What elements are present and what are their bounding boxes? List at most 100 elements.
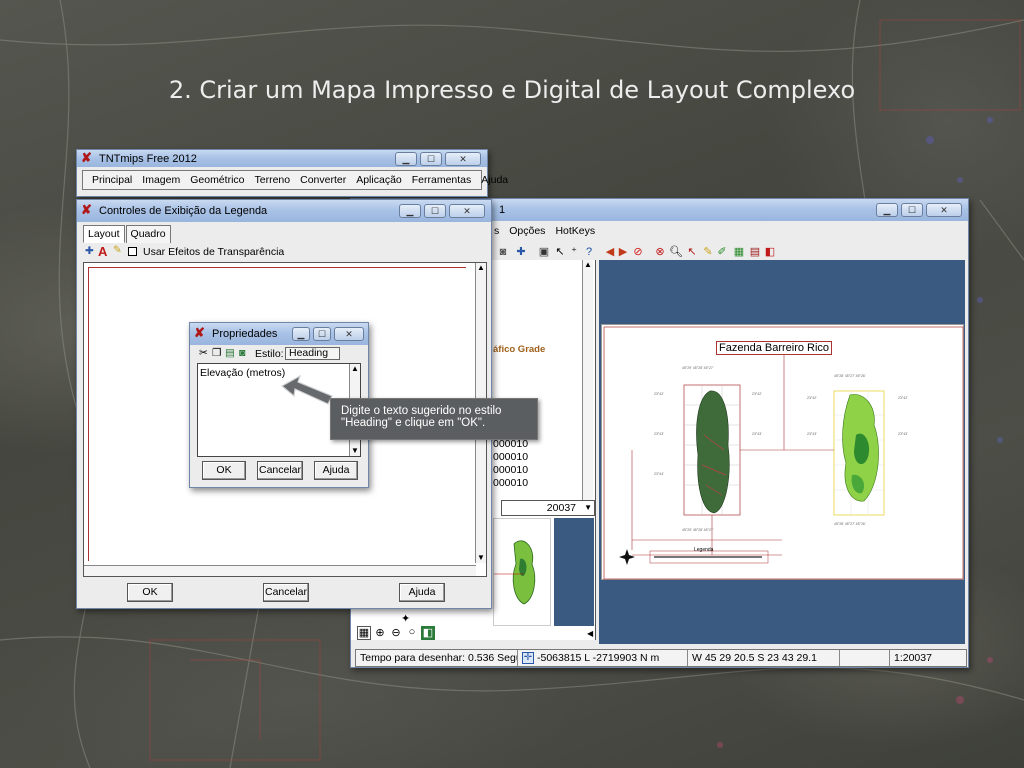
legend-canvas-hscroll[interactable] <box>84 565 476 576</box>
cancel-button[interactable]: Cancelar <box>263 583 309 602</box>
layer-list-scrollbar[interactable]: ▲ <box>582 260 593 500</box>
tntmips-window[interactable]: TNTmips Free 2012 ▁ ☐ ✕ Principal Imagem… <box>76 149 508 197</box>
cut-icon[interactable]: ✂ <box>199 347 208 359</box>
help-icon[interactable]: ? <box>582 245 596 259</box>
tntmips-titlebar[interactable]: TNTmips Free 2012 ▁ ☐ ✕ <box>77 150 487 167</box>
coords-ws: W 45 29 20.5 S 23 43 29.1 <box>688 650 840 666</box>
grid-icon[interactable]: ▦ <box>357 626 371 640</box>
layer-label: áfico Grade <box>493 344 546 355</box>
refresh-icon[interactable]: ◧ <box>421 626 435 640</box>
find-icon[interactable]: ◙ <box>239 347 245 359</box>
callout-arrow-icon <box>280 374 333 405</box>
select-icon[interactable]: ↖ <box>685 245 699 259</box>
menu-item-hotkeys[interactable]: HotKeys <box>550 225 600 237</box>
maximize-button[interactable]: ☐ <box>313 327 331 341</box>
properties-toolbar: ✂ ❐ ▤ ◙ Estilo: Heading <box>197 347 361 362</box>
properties-title: Propriedades <box>212 328 278 340</box>
tool-icon[interactable]: ◙ <box>496 245 510 259</box>
legend-tabs: Layout Quadro <box>83 225 172 243</box>
scroll-left-icon[interactable]: ◀ <box>587 629 593 638</box>
tntmips-icon <box>194 325 208 341</box>
instruction-callout: Digite o texto sugerido no estilo "Headi… <box>330 398 538 440</box>
ok-button[interactable]: OK <box>202 461 246 480</box>
menu-item-geometrico[interactable]: Geométrico <box>185 174 249 186</box>
add-layer-icon[interactable]: ✚ <box>514 245 528 259</box>
export-icon[interactable]: ◧ <box>763 245 777 259</box>
ok-button[interactable]: OK <box>127 583 173 602</box>
print-icon[interactable]: ▤ <box>748 245 762 259</box>
add-item-icon[interactable]: ✚ <box>85 245 94 257</box>
menu-item-principal[interactable]: Principal <box>87 174 137 186</box>
tab-layout[interactable]: Layout <box>83 225 125 243</box>
svg-text:45°29' 45°28' 45°27': 45°29' 45°28' 45°27' <box>682 528 714 532</box>
crosshair-icon[interactable]: ✛ <box>522 652 534 664</box>
maximize-button[interactable]: ☐ <box>901 203 923 217</box>
close-button[interactable]: ✕ <box>449 204 485 218</box>
view-tools: ▦ ⊕ ⊖ ○ ◧ <box>357 626 435 640</box>
menu-item-imagem[interactable]: Imagem <box>137 174 185 186</box>
close-button[interactable]: ✕ <box>445 151 481 166</box>
cancel-draw-icon[interactable]: ⊘ <box>631 245 645 259</box>
list-item: 000010 <box>493 451 529 463</box>
svg-text:23°43': 23°43' <box>898 432 908 436</box>
menu-item-ferramentas[interactable]: Ferramentas <box>407 174 477 186</box>
maximize-button[interactable]: ☐ <box>420 151 442 166</box>
svg-text:45°29' 45°28' 45°27': 45°29' 45°28' 45°27' <box>682 366 714 370</box>
zoom-out-icon[interactable]: ⊖ <box>389 626 403 640</box>
text-style-icon[interactable]: A <box>98 244 107 259</box>
maximize-button[interactable]: ☐ <box>424 204 446 218</box>
zoom-in-icon[interactable]: ⊕ <box>373 626 387 640</box>
cancel-button[interactable]: Cancelar <box>257 461 303 480</box>
properties-titlebar[interactable]: Propriedades ▁ ☐ ✕ <box>190 323 368 345</box>
close-button[interactable]: ✕ <box>334 327 364 341</box>
paste-icon[interactable]: ▤ <box>225 347 235 359</box>
layout-icon[interactable]: ▦ <box>732 245 746 259</box>
minimize-button[interactable]: ▁ <box>876 203 898 217</box>
pointer-icon[interactable]: ⁺ <box>567 245 581 259</box>
pencil-icon[interactable]: ✎ <box>701 245 715 259</box>
minimize-button[interactable]: ▁ <box>395 151 417 166</box>
svg-text:23°43': 23°43' <box>654 432 664 436</box>
tntmips-title: TNTmips Free 2012 <box>99 152 197 165</box>
tntmips-icon <box>81 202 95 218</box>
copy-icon[interactable]: ❐ <box>212 347 221 359</box>
zoom-icon[interactable]: 🔍︎ <box>669 245 683 259</box>
transparency-label: Usar Efeitos de Transparência <box>143 246 285 258</box>
layout-paper: 45°29' 45°28' 45°27' 45°28' 45°27' 45°26… <box>601 324 964 580</box>
legend-controls-titlebar[interactable]: Controles de Exibição da Legenda ▁ ☐ ✕ <box>77 200 491 222</box>
minimize-button[interactable]: ▁ <box>292 327 310 341</box>
svg-text:23°43': 23°43' <box>752 432 762 436</box>
legend-caption: Legenda <box>694 547 714 553</box>
previous-icon[interactable]: ◀ <box>603 245 617 259</box>
next-icon[interactable]: ▶ <box>616 245 630 259</box>
edit-icon[interactable]: ✐ <box>715 245 729 259</box>
coords-ln-cell: ✛ -5063815 L -2719903 N m <box>518 650 688 666</box>
zoom-full-icon[interactable]: ○ <box>405 626 419 640</box>
map-title: Fazenda Barreiro Rico <box>716 341 833 355</box>
scale-select[interactable]: 20037 ▼ <box>501 500 595 516</box>
style-select[interactable]: Heading <box>285 347 340 360</box>
svg-text:23°44': 23°44' <box>654 472 664 476</box>
zoom-box-icon[interactable]: ▣ <box>537 245 551 259</box>
coords-ln: -5063815 L -2719903 N m <box>537 652 660 664</box>
tntmips-icon <box>81 150 95 166</box>
list-item: 000010 <box>493 464 529 476</box>
style-editor-icon[interactable]: ✎ <box>113 244 122 256</box>
menu-item-opcoes[interactable]: Opções <box>504 225 550 237</box>
svg-text:23°42': 23°42' <box>898 396 908 400</box>
menu-item-terreno[interactable]: Terreno <box>250 174 296 186</box>
stop-icon[interactable]: ⊗ <box>653 245 667 259</box>
layout-canvas[interactable]: 45°29' 45°28' 45°27' 45°28' 45°27' 45°26… <box>599 260 965 644</box>
tab-quadro[interactable]: Quadro <box>125 225 171 243</box>
menu-item-aplicacao[interactable]: Aplicação <box>351 174 407 186</box>
legend-controls-title: Controles de Exibição da Legenda <box>99 205 268 217</box>
transparency-checkbox[interactable] <box>128 247 137 256</box>
help-button[interactable]: Ajuda <box>399 583 445 602</box>
menu-item-ajuda[interactable]: Ajuda <box>476 174 513 186</box>
menu-item-converter[interactable]: Converter <box>295 174 351 186</box>
close-button[interactable]: ✕ <box>926 203 962 217</box>
minimize-button[interactable]: ▁ <box>399 204 421 218</box>
pan-icon[interactable]: ↖ <box>553 245 567 259</box>
help-button[interactable]: Ajuda <box>314 461 358 480</box>
map-scale: 1:20037 <box>894 652 932 664</box>
